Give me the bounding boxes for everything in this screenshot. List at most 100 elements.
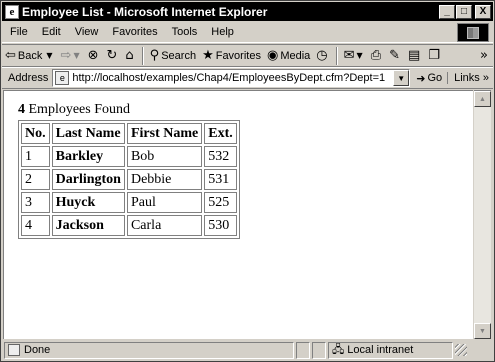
menu-bar: File Edit View Favorites Tools Help	[2, 22, 493, 43]
employee-table: No. Last Name First Name Ext. 1 Barkley …	[18, 120, 240, 239]
go-button[interactable]: ➜ Go	[410, 72, 447, 85]
window-title: Employee List - Microsoft Internet Explo…	[22, 4, 268, 19]
title-bar: e Employee List - Microsoft Internet Exp…	[2, 2, 493, 21]
menu-view[interactable]: View	[68, 26, 106, 38]
employee-count: 4	[18, 102, 25, 117]
cell-ext: 531	[204, 169, 237, 190]
cell-no: 3	[21, 192, 50, 213]
chevron-right-icon: »	[482, 72, 489, 84]
forward-button[interactable]: ⇨ ▼	[58, 46, 85, 65]
menu-favorites[interactable]: Favorites	[105, 26, 164, 38]
column-header-first-name: First Name	[126, 123, 203, 144]
mail-dropdown-icon[interactable]: ▼	[357, 51, 363, 60]
table-row: 1 Barkley Bob 532	[21, 146, 237, 167]
minimize-button[interactable]: _	[439, 4, 455, 19]
refresh-icon: ↻	[106, 48, 118, 63]
standard-toolbar: ⇦ Back ▼ ⇨ ▼ ⊗ ↻ ⌂ ⚲ Search ★ Favorites …	[2, 44, 493, 67]
menu-file[interactable]: File	[2, 26, 35, 38]
table-row: 3 Huyck Paul 525	[21, 192, 237, 213]
history-button[interactable]: ◷	[313, 46, 332, 65]
back-arrow-icon: ⇦	[5, 48, 16, 63]
back-button[interactable]: ⇦ Back ▼	[2, 46, 58, 65]
back-label: Back	[17, 49, 43, 62]
media-icon: ◉	[266, 48, 279, 63]
refresh-button[interactable]: ↻	[104, 46, 123, 65]
cell-last-name: Jackson	[51, 215, 125, 236]
history-icon: ◷	[316, 48, 328, 63]
page-body: 4 Employees Found No. Last Name First Na…	[18, 102, 240, 239]
toolbar-chevron[interactable]: »	[477, 46, 493, 65]
status-security-panel	[312, 341, 326, 359]
back-dropdown-icon[interactable]: ▼	[46, 51, 52, 60]
discuss-button[interactable]: ▤	[405, 46, 425, 65]
table-row: 2 Darlington Debbie 531	[21, 169, 237, 190]
scroll-up-button[interactable]: ▲	[474, 91, 491, 107]
found-label: Employees Found	[25, 102, 131, 117]
maximize-button[interactable]: □	[456, 4, 472, 19]
cell-last-name: Barkley	[51, 146, 125, 167]
stop-button[interactable]: ⊗	[85, 46, 104, 65]
scroll-down-button[interactable]: ▼	[474, 323, 491, 339]
intranet-icon: 🖧	[332, 342, 345, 356]
favorites-label: Favorites	[215, 49, 261, 62]
table-row: 4 Jackson Carla 530	[21, 215, 237, 236]
toolbar-separator	[141, 46, 144, 65]
edit-button[interactable]: ✎	[386, 46, 405, 65]
go-arrow-icon: ➜	[416, 71, 426, 85]
search-label: Search	[161, 49, 197, 62]
messenger-icon: ❐	[428, 48, 440, 63]
forward-dropdown-icon[interactable]: ▼	[73, 51, 79, 60]
menu-tools[interactable]: Tools	[165, 26, 205, 38]
table-header-row: No. Last Name First Name Ext.	[21, 123, 237, 144]
vertical-scrollbar[interactable]: ▲ ▼	[474, 90, 491, 339]
address-label: Address	[8, 72, 49, 84]
search-icon: ⚲	[149, 48, 160, 63]
page-done-icon	[8, 344, 20, 356]
media-button[interactable]: ◉ Media	[264, 46, 313, 65]
close-button[interactable]: X	[475, 4, 491, 19]
cell-no: 4	[21, 215, 50, 236]
resize-grip[interactable]	[455, 344, 467, 356]
home-icon: ⌂	[125, 48, 134, 63]
status-bar: Done 🖧 Local intranet	[2, 340, 493, 360]
address-value[interactable]: http://localhost/examples/Chap4/Employee…	[72, 72, 393, 84]
column-header-last-name: Last Name	[51, 123, 125, 144]
zone-text: Local intranet	[347, 344, 414, 356]
cell-no: 1	[21, 146, 50, 167]
messenger-button[interactable]: ❐	[425, 46, 445, 65]
menu-edit[interactable]: Edit	[35, 26, 68, 38]
menu-help[interactable]: Help	[204, 26, 241, 38]
status-text: Done	[24, 344, 51, 356]
cell-ext: 525	[204, 192, 237, 213]
browser-window: e Employee List - Microsoft Internet Exp…	[0, 0, 495, 362]
favorites-button[interactable]: ★ Favorites	[199, 46, 264, 65]
address-input[interactable]: e http://localhost/examples/Chap4/Employ…	[52, 69, 411, 87]
discuss-icon: ▤	[408, 48, 421, 63]
stop-icon: ⊗	[87, 48, 99, 63]
status-text-panel: Done	[4, 341, 294, 359]
employees-found-text: 4 Employees Found	[18, 102, 240, 118]
home-button[interactable]: ⌂	[122, 46, 138, 65]
cell-first-name: Paul	[126, 192, 203, 213]
page-content: 4 Employees Found No. Last Name First Na…	[3, 90, 473, 339]
mail-button[interactable]: ✉ ▼	[341, 46, 368, 65]
status-progress-panel	[296, 341, 310, 359]
favorites-icon: ★	[202, 48, 214, 63]
ie-logo-icon: e	[5, 4, 19, 19]
cell-first-name: Debbie	[126, 169, 203, 190]
address-bar: Address e http://localhost/examples/Chap…	[2, 67, 493, 89]
address-dropdown-button[interactable]: ▼	[393, 70, 410, 86]
column-header-no: No.	[21, 123, 50, 144]
links-button[interactable]: Links »	[447, 72, 493, 84]
go-label: Go	[427, 72, 443, 84]
edit-icon: ✎	[389, 48, 400, 63]
cell-last-name: Darlington	[51, 169, 125, 190]
search-button[interactable]: ⚲ Search	[147, 46, 199, 65]
cell-first-name: Carla	[126, 215, 203, 236]
print-button[interactable]: ⎙	[368, 46, 386, 65]
cell-first-name: Bob	[126, 146, 203, 167]
chevron-right-icon: »	[480, 48, 488, 63]
page-icon: e	[55, 71, 70, 85]
cell-ext: 530	[204, 215, 237, 236]
windows-throbber-icon	[457, 23, 489, 42]
